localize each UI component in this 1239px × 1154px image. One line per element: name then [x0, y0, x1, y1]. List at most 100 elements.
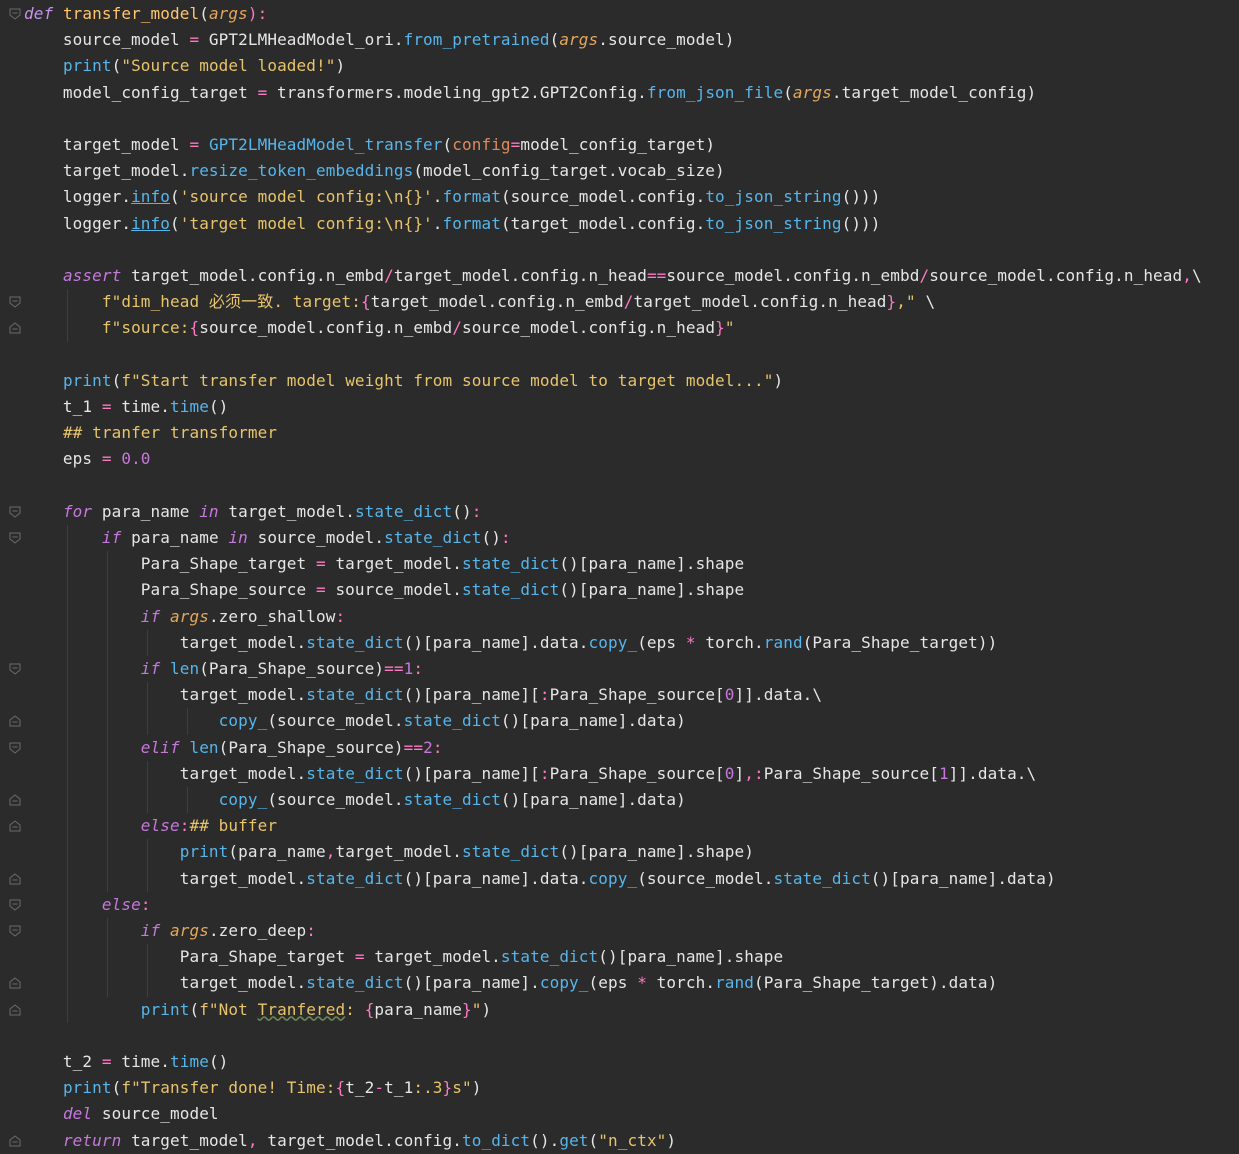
- code-line[interactable]: t_1 = time.time(): [24, 394, 228, 420]
- code-line[interactable]: Para_Shape_target = target_model.state_d…: [24, 944, 783, 970]
- fold-open-icon[interactable]: [9, 8, 21, 20]
- code-token: to_dict: [462, 1130, 531, 1150]
- code-token: for: [62, 501, 93, 521]
- code-token: rand: [763, 632, 803, 652]
- code-line[interactable]: logger.info('source model config:\n{}'.f…: [24, 184, 881, 210]
- code-line[interactable]: copy_(source_model.state_dict()[para_nam…: [24, 787, 686, 813]
- code-token: *: [637, 973, 647, 993]
- fold-end-icon[interactable]: [9, 872, 21, 885]
- code-token: (eps: [588, 973, 638, 993]
- fold-open-icon[interactable]: [9, 506, 21, 518]
- code-line[interactable]: Para_Shape_source = source_model.state_d…: [24, 577, 744, 603]
- code-token: "Source model loaded!": [121, 56, 336, 76]
- code-line[interactable]: logger.info('target model config:\n{}'.f…: [24, 211, 881, 237]
- code-line[interactable]: def transfer_model(args):: [24, 1, 267, 27]
- code-token: transformers.modeling_gpt2.GPT2Config.: [267, 82, 647, 102]
- code-line[interactable]: ## tranfer transformer: [24, 420, 277, 446]
- code-editor[interactable]: def transfer_model(args): source_model =…: [0, 0, 1239, 1154]
- code-token: para_name: [121, 528, 229, 547]
- code-line[interactable]: else:: [24, 892, 151, 918]
- code-token: target_model.: [335, 842, 462, 862]
- code-token: model_config_target: [24, 82, 258, 102]
- code-line[interactable]: eps = 0.0: [24, 446, 151, 472]
- code-token: t_1: [24, 397, 102, 416]
- code-token: state_dict: [403, 711, 501, 731]
- code-line[interactable]: target_model.state_dict()[para_name].dat…: [24, 866, 1056, 892]
- fold-end-icon[interactable]: [9, 1003, 21, 1016]
- code-token: source_model.config.n_head: [462, 318, 716, 338]
- code-line[interactable]: target_model.state_dict()[para_name].cop…: [24, 970, 998, 996]
- code-line[interactable]: print(f"Start transfer model weight from…: [24, 368, 783, 394]
- code-line[interactable]: target_model.resize_token_embeddings(mod…: [24, 158, 725, 184]
- code-token: rand: [715, 973, 755, 993]
- code-token: torch.: [646, 973, 716, 993]
- code-token: (: [442, 135, 453, 154]
- code-token: ==: [384, 659, 404, 678]
- code-line[interactable]: f"dim_head 必须一致. target:{target_model.co…: [24, 289, 935, 315]
- code-token: ()[para_name].shape): [559, 842, 754, 862]
- fold-end-icon[interactable]: [9, 820, 21, 832]
- code-token: ,": [896, 292, 916, 312]
- code-line[interactable]: del source_model: [24, 1101, 219, 1127]
- code-token: Para_Shape_source[: [549, 685, 725, 705]
- code-line[interactable]: copy_(source_model.state_dict()[para_nam…: [24, 708, 686, 734]
- fold-open-icon[interactable]: [9, 296, 21, 308]
- code-token: ()[para_name].data): [500, 711, 686, 731]
- code-token: ]].data.\: [948, 763, 1037, 783]
- code-token: logger.: [24, 213, 132, 233]
- fold-end-icon[interactable]: [9, 322, 21, 334]
- code-token: source_model.config.n_embd: [199, 318, 453, 338]
- code-token: print: [179, 842, 229, 862]
- code-token: target_model: [121, 1130, 248, 1150]
- code-line[interactable]: target_model.state_dict()[para_name].dat…: [24, 630, 998, 656]
- fold-open-icon[interactable]: [9, 532, 21, 544]
- code-line[interactable]: t_2 = time.time(): [24, 1049, 228, 1075]
- code-line[interactable]: if para_name in source_model.state_dict(…: [24, 525, 511, 551]
- code-token: f"source:: [101, 318, 190, 338]
- fold-open-icon[interactable]: [9, 925, 21, 937]
- code-token: /: [452, 318, 463, 338]
- code-token: state_dict: [384, 528, 482, 547]
- code-line[interactable]: f"source:{source_model.config.n_embd/sou…: [24, 315, 735, 341]
- code-line[interactable]: Para_Shape_target = target_model.state_d…: [24, 551, 744, 577]
- code-line[interactable]: else:## buffer: [24, 813, 277, 839]
- code-line[interactable]: return target_model, target_model.config…: [24, 1128, 676, 1154]
- code-line[interactable]: target_model.state_dict()[para_name][:Pa…: [24, 682, 822, 708]
- fold-end-icon[interactable]: [9, 1134, 21, 1147]
- code-line[interactable]: print(para_name,target_model.state_dict(…: [24, 839, 754, 865]
- fold-end-icon[interactable]: [9, 977, 21, 989]
- fold-end-icon[interactable]: [9, 715, 21, 727]
- code-token: (source_model.: [637, 868, 774, 888]
- code-token: ==: [403, 737, 424, 757]
- code-line[interactable]: if len(Para_Shape_source)==1:: [24, 656, 423, 682]
- code-line[interactable]: target_model.state_dict()[para_name][:Pa…: [24, 761, 1036, 787]
- code-token: =: [101, 449, 112, 469]
- code-token: Para_Shape_source[: [549, 763, 725, 783]
- code-line[interactable]: model_config_target = transformers.model…: [24, 80, 1036, 106]
- code-token: ": [471, 999, 482, 1019]
- code-line[interactable]: print(f"Transfer done! Time:{t_2-t_1:.3}…: [24, 1075, 481, 1101]
- code-line[interactable]: if args.zero_deep:: [24, 918, 316, 944]
- fold-open-icon[interactable]: [9, 742, 21, 754]
- code-line[interactable]: elif len(Para_Shape_source)==2:: [24, 735, 443, 761]
- code-line[interactable]: for para_name in target_model.state_dict…: [24, 499, 481, 525]
- code-line[interactable]: print("Source model loaded!"): [24, 53, 345, 79]
- code-token: :: [179, 816, 190, 836]
- code-token: target_model.: [218, 501, 355, 521]
- code-line[interactable]: assert target_model.config.n_embd/target…: [24, 263, 1202, 289]
- code-line[interactable]: print(f"Not Tranfered: {para_name}"): [24, 997, 491, 1023]
- code-token: ,: [247, 1130, 258, 1150]
- fold-open-icon[interactable]: [9, 899, 21, 911]
- fold-open-icon[interactable]: [9, 663, 21, 675]
- code-line[interactable]: source_model = GPT2LMHeadModel_ori.from_…: [24, 27, 735, 53]
- code-line[interactable]: target_model = GPT2LMHeadModel_transfer(…: [24, 132, 715, 158]
- code-token: }: [442, 1078, 453, 1098]
- code-line[interactable]: if args.zero_shallow:: [24, 604, 345, 630]
- code-token: ): [471, 1078, 482, 1098]
- code-token: :: [539, 763, 550, 783]
- fold-end-icon[interactable]: [9, 794, 21, 806]
